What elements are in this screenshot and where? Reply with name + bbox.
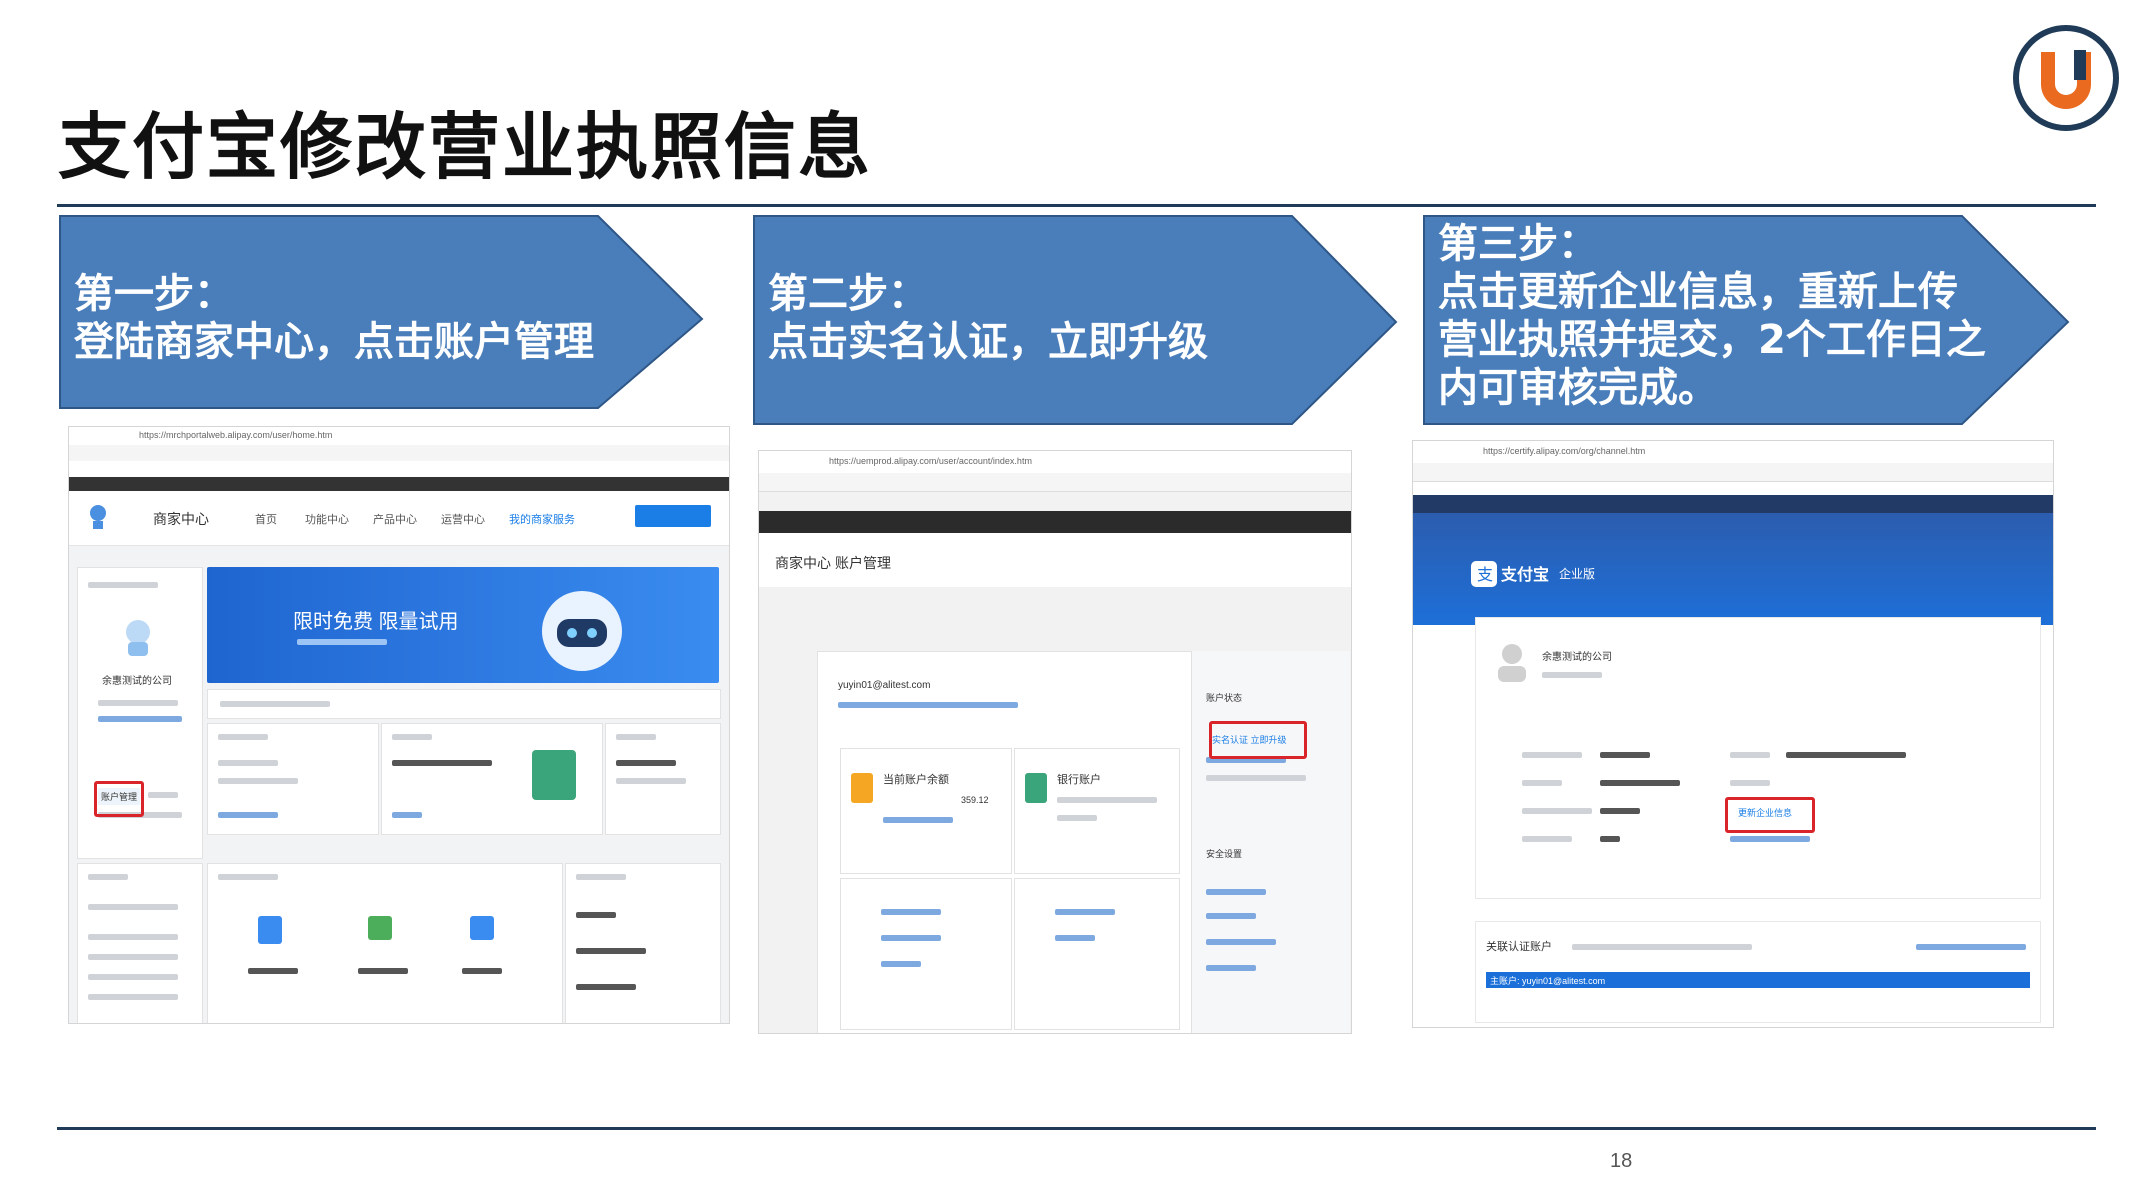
shot3-linked-row: 主账户: yuyin01@alitest.com [1490,976,1606,986]
step-3-heading: 第三步： [1438,221,1598,267]
step-3-body-line-3: 内可审核完成。 [1438,365,1718,411]
shot1-nav-3: 运营中心 [441,514,485,526]
shot1-nav-1: 功能中心 [305,514,349,526]
page-number: 18 [1610,1150,1633,1172]
shot2-brand: 商家中心 [775,555,831,571]
shot1-banner: 限时免费 限量试用 [293,611,459,633]
robot-illustration-icon [542,591,622,671]
header-divider [57,204,2096,207]
highlight-account-management [94,781,144,817]
step-1-arrow: 第一步： 登陆商家中心，点击账户管理 [58,214,704,410]
screenshot-merchant-home: https://mrchportalweb.alipay.com/user/ho… [68,426,730,1024]
shot3-brand: 支付宝 [1501,567,1550,584]
footer-divider [57,1127,2096,1130]
avatar-robot-icon [126,620,150,656]
shot3-brand-sub: 企业版 [1559,567,1596,581]
step-2-heading: 第二步： [768,271,928,317]
brand-logo [2013,25,2119,131]
shot2-side-security: 安全设置 [1206,849,1243,859]
highlight-verification-upgrade [1209,721,1307,759]
shot1-nav-4: 我的商家服务 [509,514,575,526]
shot2-email: yuyin01@alitest.com [838,680,931,691]
step-3-arrow: 第三步： 点击更新企业信息，重新上传 营业执照并提交，2个工作日之 内可审核完成… [1422,214,2070,426]
step-2-body: 点击实名认证，立即升级 [768,319,1208,365]
shot3-company: 余惠测试的公司 [1542,652,1612,663]
shot2-card2-title: 银行账户 [1057,774,1101,786]
shot2-card1-title: 当前账户余额 [883,774,949,786]
shot2-side-title: 账户状态 [1206,693,1243,703]
shot1-nav-2: 产品中心 [373,514,417,526]
page-title: 支付宝修改营业执照信息 [58,105,873,189]
step-3-body-line-2: 营业执照并提交，2个工作日之 [1438,317,1986,363]
step-2-arrow: 第二步： 点击实名认证，立即升级 [752,214,1398,426]
step-1-heading: 第一步： [74,271,234,317]
shot1-company: 余惠测试的公司 [102,676,172,687]
alipay-logo-icon: 支 [1471,561,1497,587]
shot3-url: https://certify.alipay.com/org/channel.h… [1483,446,1646,456]
ant-logo-icon [90,505,106,529]
company-avatar-icon [1498,644,1526,682]
step-1-body: 登陆商家中心，点击账户管理 [74,319,594,365]
highlight-update-company-info [1725,797,1815,833]
screenshot-enterprise-certify: https://certify.alipay.com/org/channel.h… [1412,440,2054,1028]
shot1-brand: 商家中心 [153,511,209,527]
svg-text:支: 支 [1477,565,1493,584]
screenshot-account-management: https://uemprod.alipay.com/user/account/… [758,450,1352,1034]
step-3-body-line-1: 点击更新企业信息，重新上传 [1438,269,1958,315]
shot2-card1-value: 359.12 [961,795,989,805]
shot1-url: https://mrchportalweb.alipay.com/user/ho… [139,430,333,440]
shot1-nav-0: 首页 [255,514,277,526]
shot2-section: 账户管理 [835,555,891,571]
shot2-url: https://uemprod.alipay.com/user/account/… [829,456,1032,466]
shot3-linked-title: 关联认证账户 [1486,941,1552,953]
